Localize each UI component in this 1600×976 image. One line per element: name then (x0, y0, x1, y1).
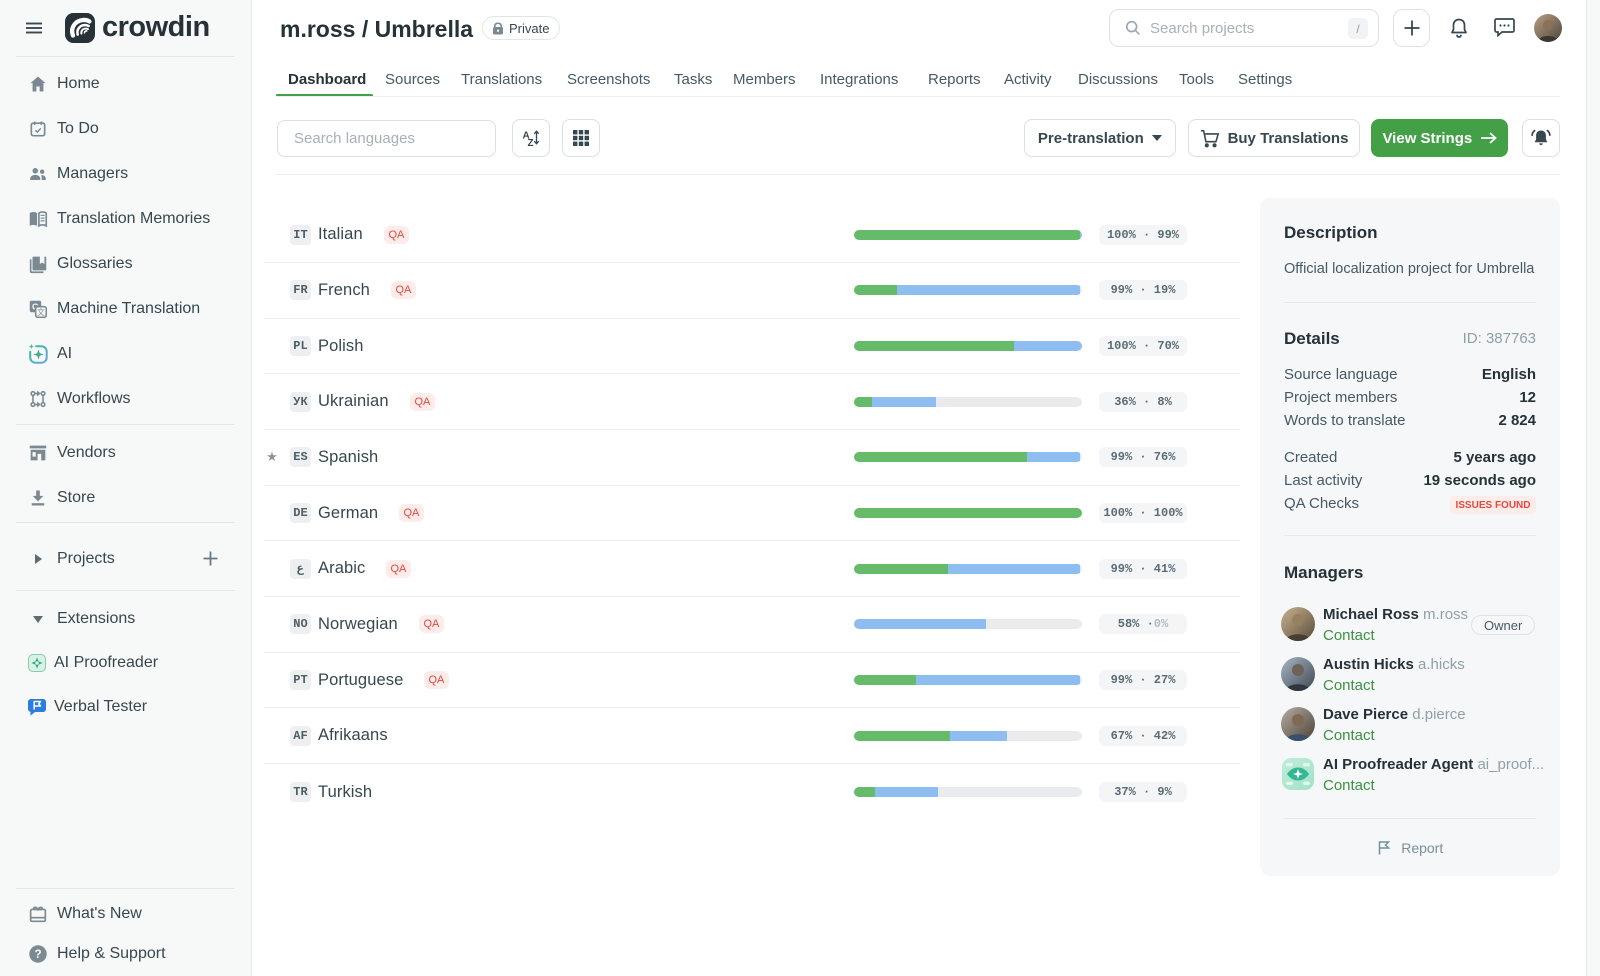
svg-text:文: 文 (37, 307, 45, 317)
svg-text:?: ? (34, 947, 41, 961)
svg-text:Z: Z (528, 138, 534, 148)
